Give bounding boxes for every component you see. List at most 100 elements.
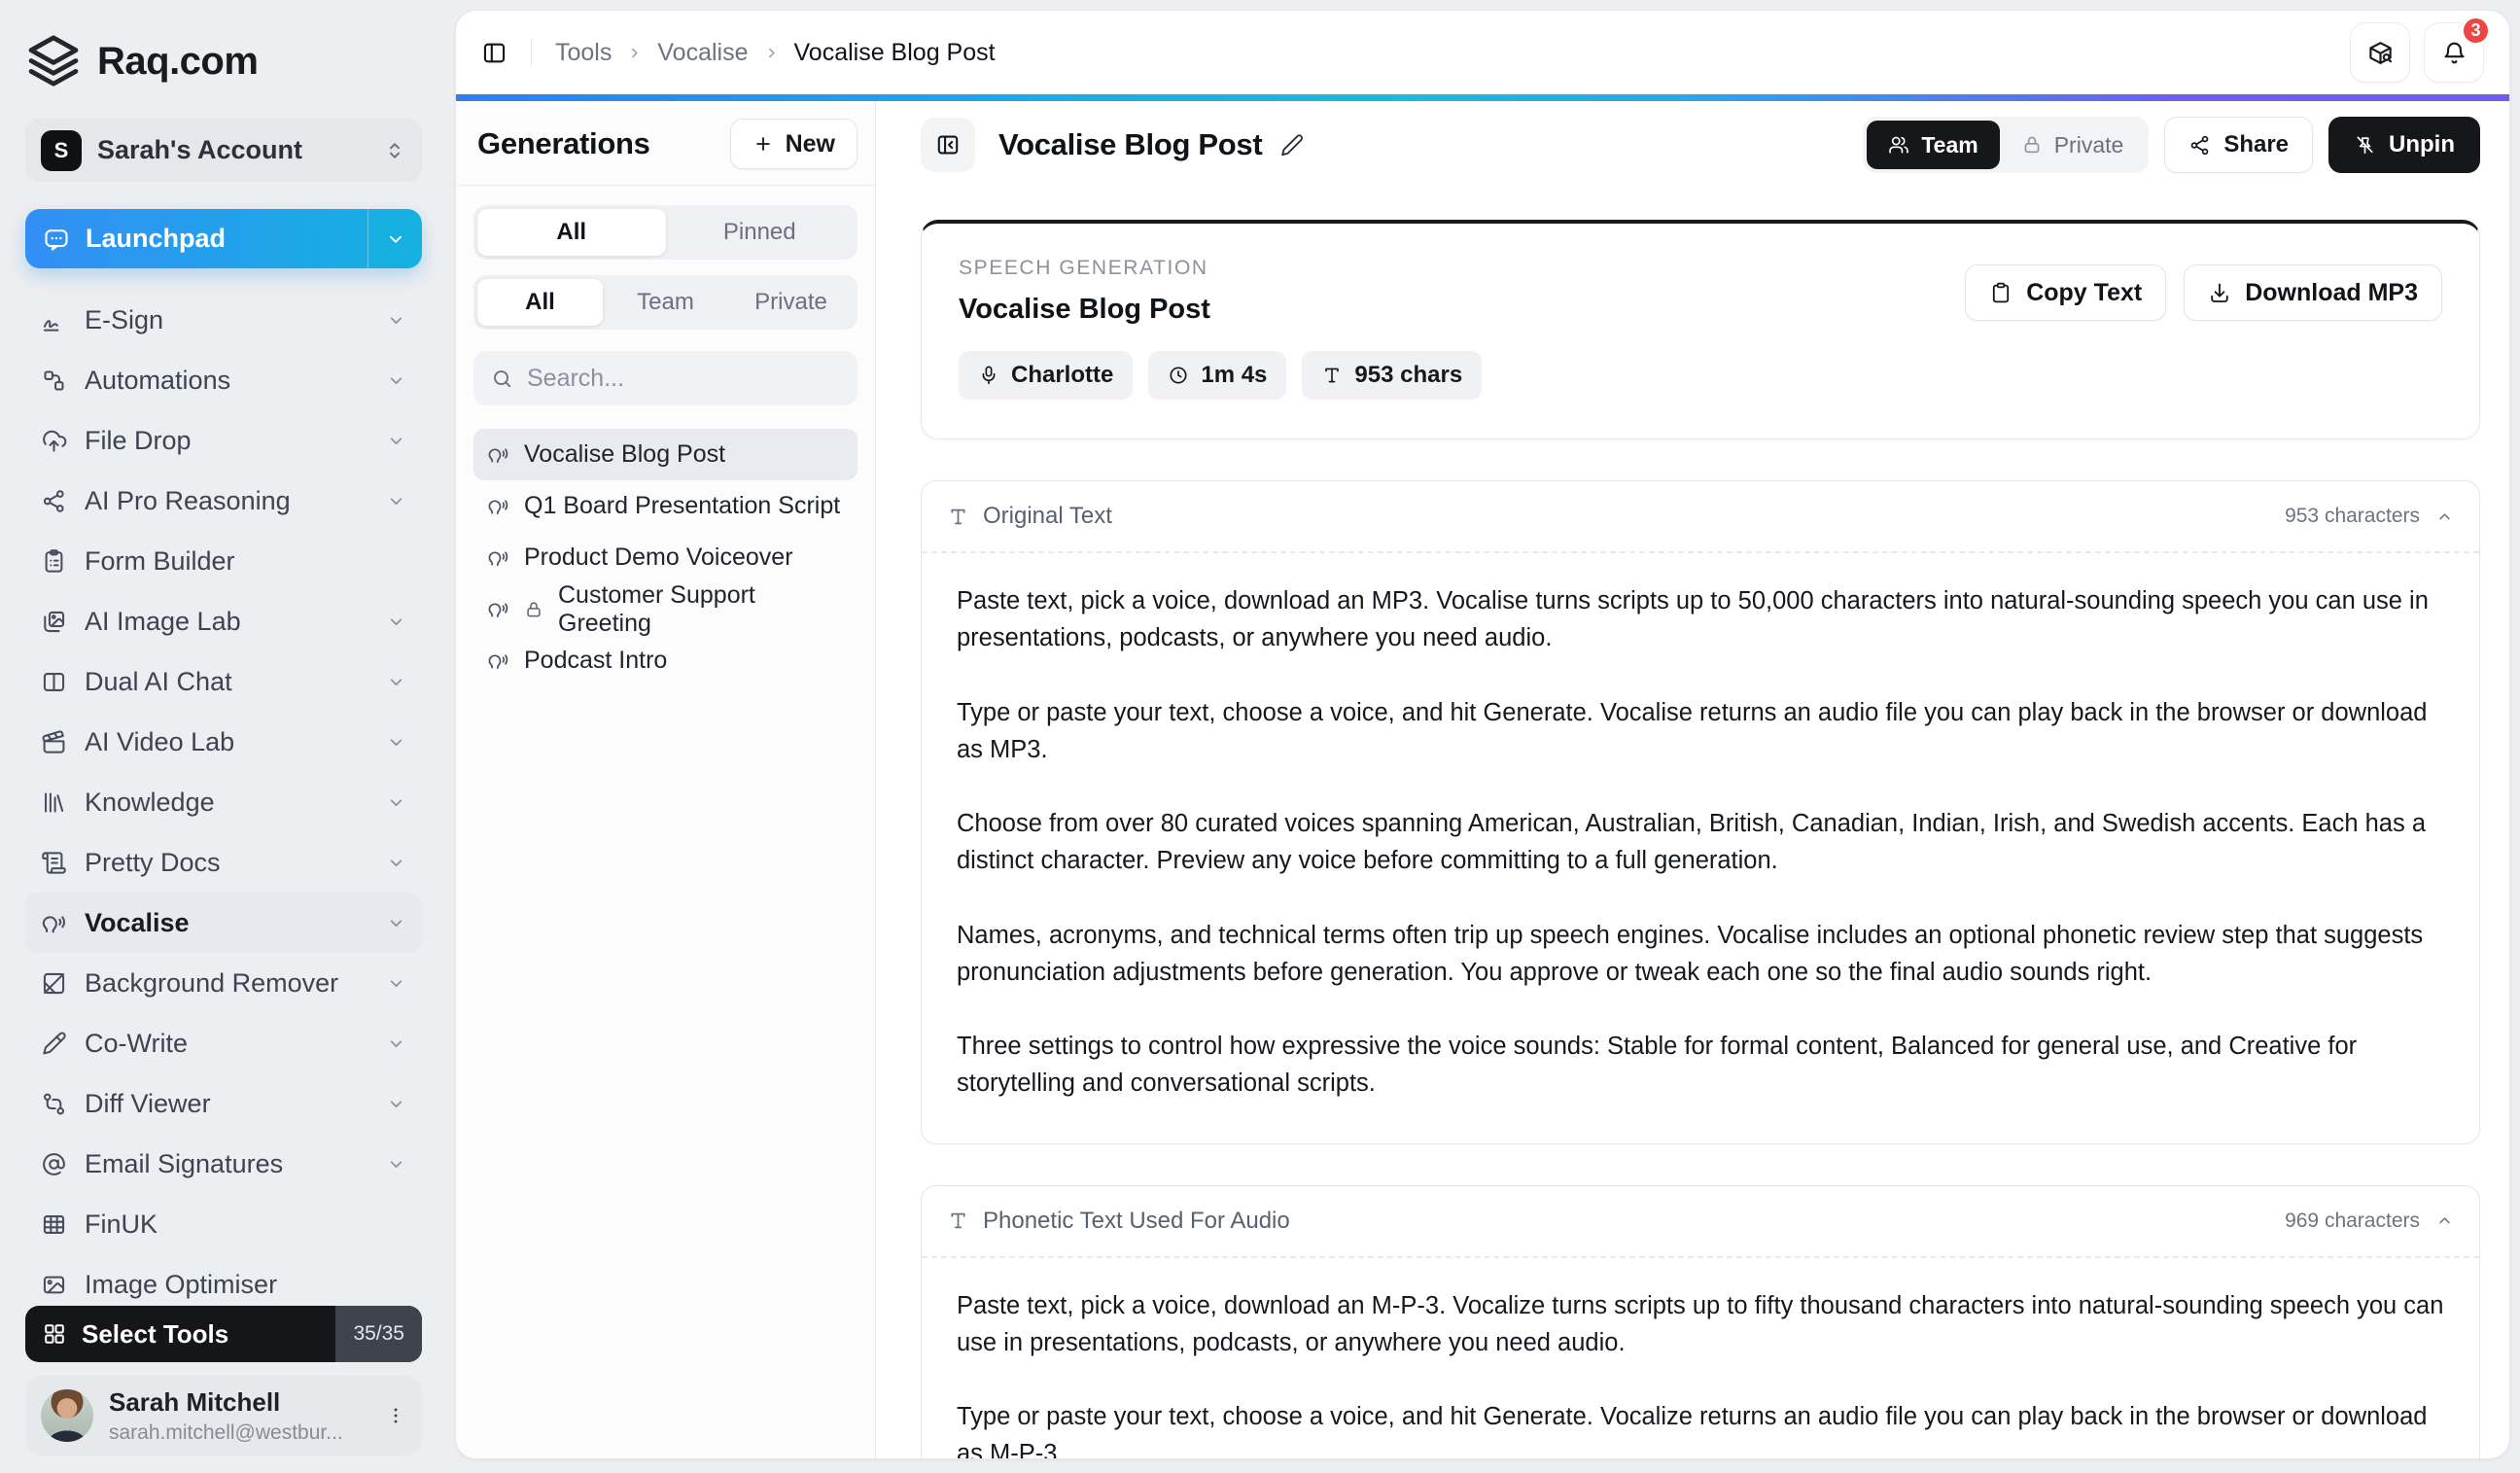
sidebar-item-label: Vocalise [85,908,190,938]
topbar-actions: 3 [2350,22,2484,83]
chars-badge: 953 chars [1302,351,1482,400]
chevrons-up-down-icon [383,139,406,162]
sidebar-item-label: Co-Write [85,1029,188,1059]
breadcrumb-item-vocalise[interactable]: Vocalise [657,39,748,67]
notification-badge: 3 [2461,16,2491,46]
unpin-button[interactable]: Unpin [2328,117,2480,173]
generation-item-product-demo-voiceover[interactable]: Product Demo Voiceover [473,532,858,583]
sidebar-item-ai-image-lab[interactable]: AI Image Lab [25,591,422,651]
sidebar-toggle[interactable] [481,40,508,66]
chevronRight-icon [625,44,644,62]
original-text-body: Paste text, pick a voice, download an MP… [922,553,2479,1143]
share-button[interactable]: Share [2164,117,2313,173]
lock-icon [524,600,543,619]
download-mp3-button[interactable]: Download MP3 [2184,264,2442,321]
search-box[interactable] [473,351,858,405]
generation-item-vocalise-blog-post[interactable]: Vocalise Blog Post [473,429,858,480]
pin-off-icon [2354,134,2376,157]
scope-filter-tabs: AllTeamPrivate [473,275,858,330]
original-char-count: 953 characters [2285,505,2420,528]
sidebar-item-image-optimiser[interactable]: Image Optimiser [25,1254,422,1300]
tab-pinned[interactable]: Pinned [666,209,855,256]
scope-tab-all[interactable]: All [477,279,603,326]
launchpad-label: Launchpad [86,224,226,254]
vocalise-icon [487,495,509,517]
collapse-section-icon[interactable] [2435,1211,2454,1230]
chars-value: 953 chars [1354,362,1462,389]
sidebar-item-form-builder[interactable]: Form Builder [25,531,422,591]
sidebar-item-background-remover[interactable]: Background Remover [25,953,422,1013]
collapse-panel-button[interactable] [921,118,975,172]
visibility-team-button[interactable]: Team [1867,121,1999,169]
sidebar-item-dual-ai-chat[interactable]: Dual AI Chat [25,651,422,712]
select-tools-button[interactable]: Select Tools 35/35 [25,1306,422,1362]
diff-icon [41,1091,67,1117]
generation-item-q1-board-presentation-script[interactable]: Q1 Board Presentation Script [473,480,858,532]
copy-text-button[interactable]: Copy Text [1965,264,2166,321]
mic-icon [978,365,999,386]
brand: Raq.com [25,33,422,89]
chat-bubble-icon [43,226,70,253]
chevronDown-icon [386,672,406,692]
scope-tab-team[interactable]: Team [603,279,728,326]
sidebar-item-co-write[interactable]: Co-Write [25,1013,422,1073]
select-tools-label: Select Tools [82,1319,228,1350]
notifications-button[interactable]: 3 [2424,22,2484,83]
user-card[interactable]: Sarah Mitchell sarah.mitchell@westbur... [25,1376,422,1455]
original-text-header: Original Text 953 characters [922,481,2479,553]
account-initial-badge: S [41,130,82,171]
tab-all[interactable]: All [477,209,666,256]
sidebar-item-label: Knowledge [85,788,215,818]
generation-item-label: Customer Support Greeting [558,581,844,638]
sidebar-item-finuk[interactable]: FinUK [25,1194,422,1254]
sidebar-item-label: Image Optimiser [85,1270,277,1300]
sidebar-item-label: AI Video Lab [85,727,234,757]
sidebar-item-launchpad[interactable]: Launchpad [25,209,422,268]
search-input[interactable] [527,365,840,393]
paragraph: Type or paste your text, choose a voice,… [957,694,2444,769]
sidebar-item-ai-video-lab[interactable]: AI Video Lab [25,712,422,772]
vocalise-icon [487,598,509,620]
edit-title-button[interactable] [1279,133,1304,158]
scope-tab-private[interactable]: Private [728,279,854,326]
share-icon [2188,134,2211,157]
chevronDown-icon [386,370,406,391]
sidebar-item-automations[interactable]: Automations [25,350,422,410]
card-eyebrow: SPEECH GENERATION [959,257,1482,280]
breadcrumb-item-tools[interactable]: Tools [555,39,612,67]
phonetic-text-header: Phonetic Text Used For Audio 969 charact… [922,1186,2479,1258]
reasoning-icon [41,488,67,514]
sidebar-item-label: Form Builder [85,546,235,577]
cowrite-icon [41,1031,67,1057]
phonetic-text-meta: 969 characters [2285,1210,2454,1233]
sidebar-item-ai-pro-reasoning[interactable]: AI Pro Reasoning [25,471,422,531]
visibility-private-button[interactable]: Private [2000,121,2146,169]
generation-item-podcast-intro[interactable]: Podcast Intro [473,635,858,686]
sidebar-item-email-signatures[interactable]: Email Signatures [25,1134,422,1194]
asset-search-button[interactable] [2350,22,2410,83]
launchpad-expand-button[interactable] [368,209,422,268]
generation-item-label: Product Demo Voiceover [524,544,793,572]
more-options-icon[interactable] [385,1405,406,1426]
sidebar-item-pretty-docs[interactable]: Pretty Docs [25,832,422,893]
sidebar-item-e-sign[interactable]: E-Sign [25,290,422,350]
chevronDown-icon [386,853,406,873]
tools-count-badge: 35/35 [335,1306,422,1362]
sidebar-item-diff-viewer[interactable]: Diff Viewer [25,1073,422,1134]
sidebar-item-file-drop[interactable]: File Drop [25,410,422,471]
finuk-icon [41,1211,67,1238]
chevronDown-icon [386,310,406,331]
sidebar-item-label: AI Pro Reasoning [85,486,291,516]
generation-item-customer-support-greeting[interactable]: Customer Support Greeting [473,583,858,635]
generations-title: Generations [477,126,650,161]
bgremover-icon [41,970,67,997]
account-switcher[interactable]: S Sarah's Account [25,119,422,182]
content: Generations New AllPinned AllTeamPrivate [456,101,2509,1458]
sidebar-item-knowledge[interactable]: Knowledge [25,772,422,832]
speech-card-actions: Copy Text Download MP3 [1965,264,2442,321]
duration-badge: 1m 4s [1148,351,1286,400]
sidebar-item-vocalise[interactable]: Vocalise [25,893,422,953]
new-generation-button[interactable]: New [730,119,858,169]
email-icon [41,1151,67,1177]
collapse-section-icon[interactable] [2435,508,2454,526]
